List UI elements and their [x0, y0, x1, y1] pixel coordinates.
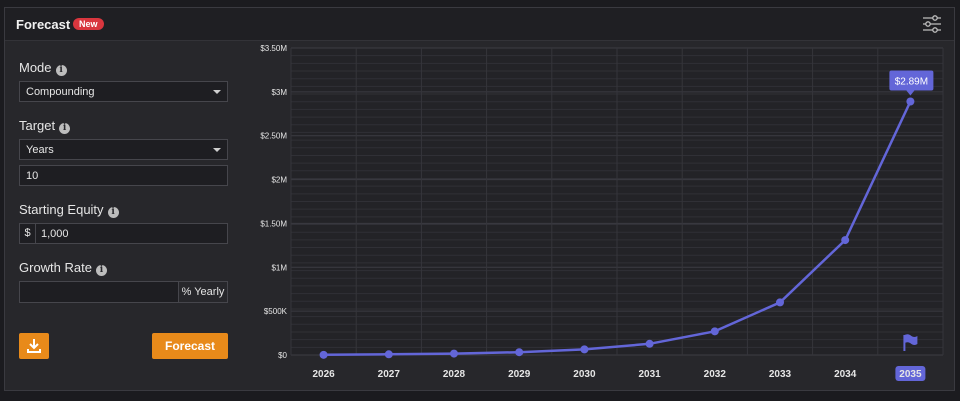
data-point[interactable] — [319, 350, 328, 359]
forecast-panel: Forecast New Mode i Compounding Target i Y… — [4, 7, 955, 391]
y-tick-label: $3.50M — [260, 44, 287, 53]
y-tick-label: $2M — [271, 176, 287, 185]
y-tick-label: $1M — [271, 263, 287, 272]
data-point[interactable] — [906, 97, 915, 106]
y-tick-label: $1.50M — [260, 219, 287, 228]
x-tick-label: 2031 — [638, 369, 661, 380]
data-point[interactable] — [710, 327, 719, 336]
data-point[interactable] — [384, 350, 393, 359]
data-point[interactable] — [515, 348, 524, 357]
x-tick-label: 2032 — [704, 369, 727, 380]
y-tick-label: $500K — [264, 307, 288, 316]
data-point[interactable] — [841, 236, 850, 245]
x-tick-label: 2034 — [834, 369, 857, 380]
data-point[interactable] — [580, 345, 589, 354]
x-tick-label: 2030 — [573, 369, 596, 380]
forecast-chart: $0 $500K $1M $1.50M $2M $2.50M $3M $3.50M 2026 2… — [260, 44, 944, 381]
data-point[interactable] — [645, 339, 654, 348]
x-tick-label: 2027 — [378, 369, 401, 380]
x-tick-label: 2026 — [312, 369, 335, 380]
data-point[interactable] — [776, 298, 784, 307]
x-tick-label: 2029 — [508, 369, 531, 380]
x-tick-label: 2033 — [769, 369, 792, 380]
x-tick-label: 2028 — [443, 369, 466, 380]
value-tooltip-label: $2.89M — [895, 77, 928, 88]
data-point[interactable] — [450, 349, 458, 358]
y-tick-label: $3M — [271, 88, 287, 97]
y-tick-label: $2.50M — [260, 132, 287, 141]
x-tick-label: 2035 — [899, 369, 922, 380]
y-tick-label: $0 — [278, 351, 287, 360]
